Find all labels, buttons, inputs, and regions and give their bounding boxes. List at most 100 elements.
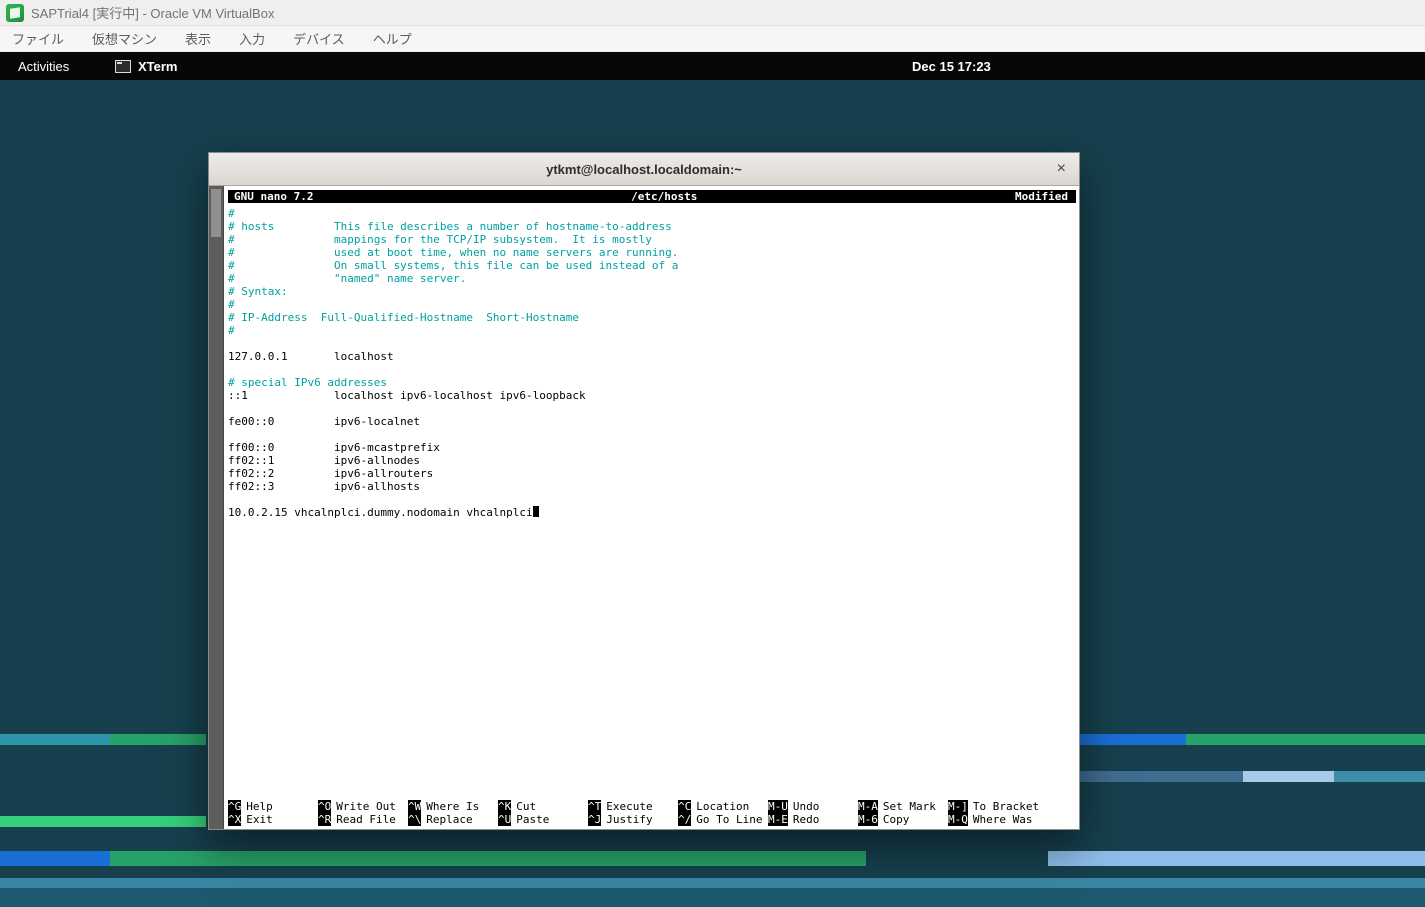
clock[interactable]: Dec 15 17:23 — [912, 52, 991, 80]
nano-shortcut[interactable]: ^R Read File — [318, 813, 408, 826]
shortcut-key: ^W — [408, 800, 422, 813]
shortcut-key: M-A — [858, 800, 878, 813]
shortcut-key: M-E — [768, 813, 788, 826]
menu-view[interactable]: 表示 — [185, 29, 211, 48]
menu-help[interactable]: ヘルプ — [373, 29, 412, 48]
shortcut-row: ^G Help ^O Write Out ^W Where Is ^K Cut ^T Execut… — [228, 800, 1076, 813]
editor-line: # On small systems, this file can be use… — [228, 259, 679, 272]
xterm-window: ytkmt@localhost.localdomain:~ × GNU nano… — [208, 152, 1080, 830]
virtualbox-titlebar: SAPTrial4 [実行中] - Oracle VM VirtualBox — [0, 0, 1425, 26]
shortcut-label: Paste — [516, 813, 550, 826]
nano-shortcut[interactable]: M-Q Where Was — [948, 813, 1032, 826]
shortcut-label: Replace — [426, 813, 473, 826]
nano-shortcut[interactable]: ^O Write Out — [318, 800, 408, 813]
nano-shortcut[interactable]: ^T Execute — [588, 800, 678, 813]
wallpaper-stripe — [1080, 734, 1186, 745]
shortcut-key: M-] — [948, 800, 968, 813]
shortcut-label: Write Out — [336, 800, 396, 813]
nano-shortcut[interactable]: ^J Justify — [588, 813, 678, 826]
xterm-scrollbar[interactable] — [209, 186, 224, 829]
shortcut-label: Undo — [792, 800, 820, 813]
menu-machine[interactable]: 仮想マシン — [92, 29, 157, 48]
shortcut-label: Location — [696, 800, 750, 813]
nano-shortcut[interactable]: M-] To Bracket — [948, 800, 1039, 813]
nano-shortcut[interactable]: ^/ Go To Line — [678, 813, 768, 826]
shortcut-label: Redo — [792, 813, 820, 826]
menu-input[interactable]: 入力 — [239, 29, 265, 48]
activities-button[interactable]: Activities — [18, 52, 69, 80]
menu-file[interactable]: ファイル — [12, 29, 64, 48]
nano-modified-flag: Modified — [1015, 190, 1068, 203]
nano-shortcut[interactable]: ^\ Replace — [408, 813, 498, 826]
shortcut-key: ^O — [318, 800, 332, 813]
nano-shortcut[interactable]: M-E Redo — [768, 813, 858, 826]
xterm-titlebar[interactable]: ytkmt@localhost.localdomain:~ × — [209, 153, 1079, 186]
editor-line: ::1 localhost ipv6-localhost ipv6-loopba… — [228, 389, 586, 402]
terminal-screen[interactable]: GNU nano 7.2 /etc/hosts Modified # # host… — [224, 186, 1079, 829]
shortcut-key: ^X — [228, 813, 242, 826]
editor-line: ff02::1 ipv6-allnodes — [228, 454, 421, 467]
wallpaper-stripe — [0, 851, 110, 866]
nano-shortcut[interactable]: ^G Help — [228, 800, 318, 813]
wallpaper-stripe — [110, 734, 206, 745]
shortcut-row: ^X Exit ^R Read File ^\ Replace ^U Paste ^J Justi… — [228, 813, 1076, 826]
shortcut-key: ^R — [318, 813, 332, 826]
nano-shortcut[interactable]: M-6 Copy — [858, 813, 948, 826]
nano-shortcut[interactable]: M-U Undo — [768, 800, 858, 813]
wallpaper-stripe — [1186, 734, 1425, 745]
editor-line: # "named" name server. — [228, 272, 467, 285]
text-cursor — [532, 506, 539, 517]
wallpaper-stripe — [1080, 771, 1243, 782]
nano-shortcut[interactable]: ^U Paste — [498, 813, 588, 826]
menu-devices[interactable]: デバイス — [293, 29, 345, 48]
nano-version: GNU nano 7.2 — [234, 190, 314, 203]
wallpaper-stripe — [0, 878, 1425, 888]
shortcut-label: Read File — [336, 813, 396, 826]
shortcut-label: Set Mark — [882, 800, 936, 813]
editor-line: # hosts This file describes a number of … — [228, 220, 672, 233]
close-icon[interactable]: × — [1057, 161, 1066, 177]
nano-shortcut[interactable]: ^C Location — [678, 800, 768, 813]
editor-line: # — [228, 324, 235, 337]
xterm-icon — [115, 59, 131, 73]
shortcut-label: Execute — [606, 800, 653, 813]
shortcut-label: Exit — [246, 813, 273, 826]
nano-shortcuts: ^G Help ^O Write Out ^W Where Is ^K Cut ^T Execut… — [228, 800, 1076, 826]
wallpaper-stripe — [0, 816, 206, 827]
wallpaper-stripe — [0, 734, 110, 745]
editor-line: # used at boot time, when no name server… — [228, 246, 679, 259]
shortcut-label: To Bracket — [972, 800, 1040, 813]
nano-shortcut[interactable]: M-A Set Mark — [858, 800, 948, 813]
editor-line: fe00::0 ipv6-localnet — [228, 415, 421, 428]
shortcut-label: Where Was — [972, 813, 1033, 826]
shortcut-label: Cut — [516, 800, 537, 813]
shortcut-key: ^K — [498, 800, 512, 813]
editor-line: 10.0.2.15 vhcalnplci.dummy.nodomain vhca… — [228, 506, 1079, 519]
editor-line: ff02::3 ipv6-allhosts — [228, 480, 421, 493]
nano-filename: /etc/hosts — [631, 190, 698, 203]
wallpaper-stripe — [1048, 851, 1425, 866]
wallpaper-stripe — [1334, 771, 1425, 782]
wallpaper-stripe — [1243, 771, 1334, 782]
nano-shortcut[interactable]: ^K Cut — [498, 800, 588, 813]
virtualbox-menubar: ファイル 仮想マシン 表示 入力 デバイス ヘルプ — [0, 26, 1425, 52]
scrollbar-thumb[interactable] — [211, 189, 221, 237]
nano-shortcut[interactable]: ^X Exit — [228, 813, 318, 826]
shortcut-label: Justify — [606, 813, 653, 826]
shortcut-key: ^J — [588, 813, 602, 826]
shortcut-label: Go To Line — [696, 813, 763, 826]
shortcut-key: ^G — [228, 800, 242, 813]
nano-titlebar: GNU nano 7.2 /etc/hosts Modified — [228, 190, 1076, 203]
editor-line: # — [228, 298, 235, 311]
editor-line: # — [228, 207, 235, 220]
editor-line: ff00::0 ipv6-mcastprefix — [228, 441, 440, 454]
shortcut-label: Copy — [882, 813, 910, 826]
nano-buffer[interactable]: # # hosts This file describes a number of… — [228, 207, 1079, 519]
nano-shortcut[interactable]: ^W Where Is — [408, 800, 498, 813]
focused-app-indicator[interactable]: XTerm — [115, 52, 178, 80]
